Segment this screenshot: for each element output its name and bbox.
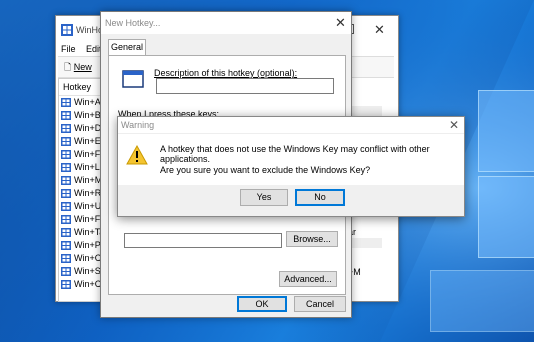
- hotkey-row-icon: [61, 124, 71, 133]
- close-icon[interactable]: ✕: [374, 22, 385, 38]
- hotkey-row-icon: [61, 228, 71, 237]
- hotkey-row-icon: [61, 137, 71, 146]
- hotkey-row-icon: [61, 215, 71, 224]
- hotkey-row-icon: [61, 189, 71, 198]
- warning-title-bar: Warning ✕: [118, 117, 464, 134]
- hotkey-label: Win+L: [74, 162, 100, 172]
- no-button[interactable]: No: [295, 189, 345, 206]
- warning-title: Warning: [121, 120, 155, 130]
- close-icon[interactable]: ✕: [335, 15, 346, 31]
- hotkey-row-icon: [61, 254, 71, 263]
- hotkey-row-icon: [61, 111, 71, 120]
- yes-button[interactable]: Yes: [240, 189, 288, 206]
- hotkey-row-icon: [61, 98, 71, 107]
- hotkey-label: Win+R: [74, 188, 102, 198]
- hotkey-label: Win+A: [74, 97, 101, 107]
- windows-logo-graphic: [430, 80, 534, 332]
- new-document-icon: 🗋: [64, 62, 72, 72]
- description-window-icon: [122, 70, 144, 88]
- warning-question: Are you sure you want to exclude the Win…: [160, 165, 371, 175]
- hotkey-label: Win+M: [74, 175, 103, 185]
- hotkey-label: Win+D: [74, 123, 102, 133]
- hotkey-row-icon: [61, 163, 71, 172]
- dialog-title: New Hotkey...: [105, 18, 161, 28]
- warning-triangle-icon: [126, 145, 148, 165]
- hotkey-row-icon: [61, 150, 71, 159]
- hotkey-label: Win+E: [74, 136, 101, 146]
- close-icon[interactable]: ✕: [449, 118, 459, 132]
- cancel-button[interactable]: Cancel: [294, 296, 346, 312]
- ok-button[interactable]: OK: [237, 296, 287, 312]
- hotkey-row-icon: [61, 241, 71, 250]
- browse-button[interactable]: Browse...: [286, 231, 338, 247]
- warning-dialog: Warning ✕ A hotkey that does not use the…: [117, 116, 465, 217]
- new-hotkey-button[interactable]: 🗋 New: [60, 60, 96, 73]
- description-input[interactable]: [156, 78, 334, 94]
- hotkey-label: Win+B: [74, 110, 101, 120]
- menu-file[interactable]: File: [61, 44, 76, 54]
- hotkey-row-icon: [61, 176, 71, 185]
- warning-button-bar: Yes No: [118, 185, 464, 216]
- hotkey-label: Win+F: [74, 149, 101, 159]
- winhotkey-app-icon: [61, 24, 73, 36]
- hotkey-row-icon: [61, 267, 71, 276]
- advanced-button[interactable]: Advanced...: [279, 271, 337, 287]
- program-path-input[interactable]: [124, 233, 282, 248]
- tab-general[interactable]: General: [108, 39, 146, 56]
- description-label: Description of this hotkey (optional):: [154, 68, 298, 78]
- hotkey-label: Win+U: [74, 201, 102, 211]
- new-hotkey-title-bar: New Hotkey... ✕: [101, 12, 351, 34]
- hotkey-row-icon: [61, 202, 71, 211]
- warning-message: A hotkey that does not use the Windows K…: [160, 144, 430, 164]
- hotkey-row-icon: [61, 280, 71, 289]
